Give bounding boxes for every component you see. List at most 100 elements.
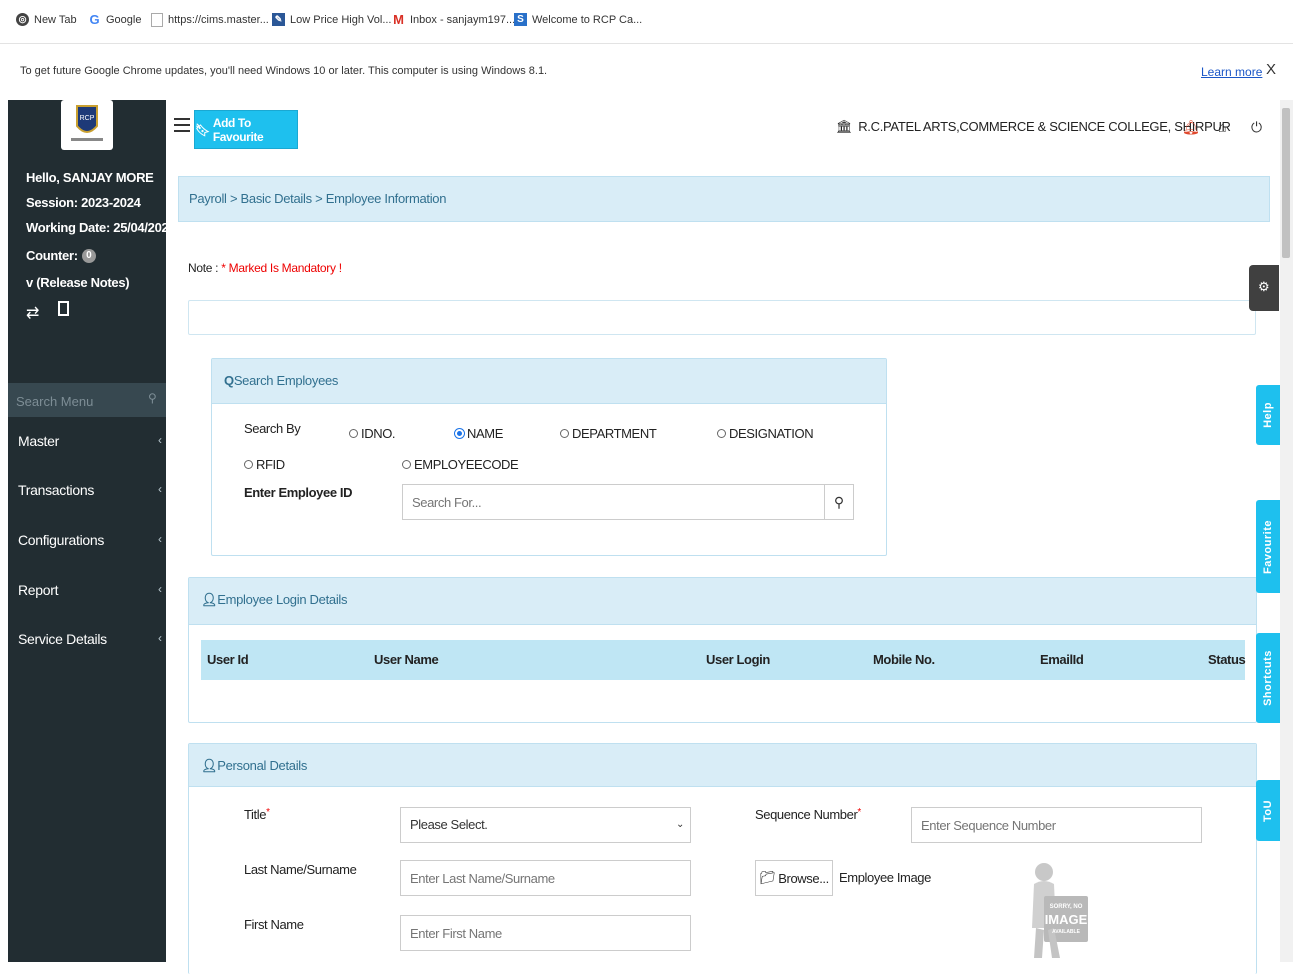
user-session: Session: 2023-2024 [26,195,141,210]
gear-icon: ⚙︎ [1258,279,1270,294]
counter-badge: 0 [81,248,96,263]
close-infobar-button[interactable]: X [1266,61,1276,78]
col-user-name: User Name [374,652,439,667]
search-icon: Q [224,373,234,388]
main-content: Payroll > Basic Details > Employee Infor… [166,160,1280,974]
release-notes-link[interactable]: v (Release Notes) [26,275,130,290]
first-name-label: First Name [244,917,304,932]
first-name-input[interactable] [400,915,691,951]
clipboard-icon[interactable] [58,301,69,316]
globe-icon: ◎ [16,13,29,26]
title-select[interactable]: Please Select. ⌄ [400,807,691,843]
hamburger-menu-icon[interactable] [174,118,190,132]
bookmark-rcp[interactable]: S Welcome to RCP Ca... [514,13,642,26]
chevron-left-icon: ‹ [158,482,162,496]
home-icon[interactable]: ⌂ [1218,119,1226,135]
col-user-login: User Login [706,652,770,667]
browse-button[interactable]: 📁︎ Browse... [755,860,833,896]
scrollbar-thumb[interactable] [1282,108,1290,258]
radio-department[interactable]: DEPARTMENT [560,426,657,441]
menu-item-transactions[interactable]: Transactions ‹ [8,470,166,510]
bookmark-low-price[interactable]: ✎ Low Price High Vol... [272,13,392,26]
radio-designation[interactable]: DESIGNATION [717,426,814,441]
col-user-id: User Id [207,652,249,667]
personal-panel-header: 👤︎Personal Details [189,744,1256,787]
menu-item-configurations[interactable]: Configurations ‹ [8,520,166,560]
breadcrumb: Payroll > Basic Details > Employee Infor… [178,176,1270,222]
sequence-number-label: Sequence Number* [755,807,861,822]
employee-image-label: Employee Image [839,870,931,885]
last-name-input[interactable] [400,860,691,896]
bookmark-cims[interactable]: https://cims.master... [151,13,269,27]
tou-tab[interactable]: ToU [1256,780,1280,841]
add-to-favourite-button[interactable]: 🔖︎ Add To Favourite [194,110,298,149]
col-mobile-no: Mobile No. [873,652,935,667]
svg-text:RCP: RCP [80,115,95,122]
radio-employeecode[interactable]: EMPLOYEECODE [402,457,519,472]
notification-bell-icon[interactable]: 🔔︎ [1182,119,1200,136]
help-tab[interactable]: Help [1256,385,1280,445]
employee-search-input[interactable] [402,484,825,520]
last-name-label: Last Name/Surname [244,862,357,877]
settings-tab[interactable]: ⚙︎ [1249,265,1279,311]
menu-item-report[interactable]: Report ‹ [8,570,166,610]
chevron-down-icon: ⌄ [676,819,684,830]
user-icon: 👤︎ [201,592,218,607]
top-header: 🔖︎ Add To Favourite 🏛︎ R.C.PATEL ARTS,CO… [166,100,1280,160]
message-box [188,300,1256,335]
mandatory-note: Note : * Marked Is Mandatory ! [188,261,342,275]
radio-name[interactable]: NAME [455,426,503,441]
no-image-placeholder: SORRY, NO IMAGE AVAILABLE [1022,858,1092,963]
chevron-left-icon: ‹ [158,532,162,546]
search-icon: ⚲ [148,391,157,405]
chevron-left-icon: ‹ [158,433,162,447]
title-label: Title* [244,807,270,822]
col-status: Status [1208,652,1246,667]
menu-item-service-details[interactable]: Service Details ‹ [8,619,166,659]
bookmark-inbox[interactable]: M Inbox - sanjaym197... [392,13,515,26]
radio-rfid[interactable]: RFID [244,457,285,472]
menu-item-master[interactable]: Master ‹ [8,421,166,461]
site-icon: S [514,13,527,26]
bookmark-new-tab[interactable]: ◎ New Tab [16,13,77,26]
chevron-left-icon: ‹ [158,631,162,645]
employee-login-panel: 👤︎Employee Login Details User Id User Na… [188,577,1257,723]
bookmark-google[interactable]: G Google [88,13,141,26]
page-icon [151,13,163,27]
login-table-header: User Id User Name User Login Mobile No. … [201,640,1246,680]
update-message: To get future Google Chrome updates, you… [20,65,548,77]
sequence-number-input[interactable] [911,807,1202,843]
search-menu-input[interactable] [8,383,148,419]
chevron-left-icon: ‹ [158,582,162,596]
gmail-icon: M [393,12,404,27]
favourite-tab[interactable]: Favourite [1256,500,1280,593]
bookmarks-bar: ◎ New Tab G Google https://cims.master..… [0,0,1293,44]
sidebar: RCP Hello, SANJAY MORE Session: 2023-202… [8,100,176,962]
bookmark-icon: ✎ [272,13,285,26]
refresh-icon[interactable]: ⇄ [26,303,39,323]
login-panel-header: 👤︎Employee Login Details [189,578,1256,625]
search-icon: ⚲ [833,494,845,510]
institution-icon: 🏛︎ [836,119,853,134]
college-logo: RCP [61,100,113,150]
search-by-label: Search By [244,421,301,436]
working-date: Working Date: 25/04/2024 [26,220,176,235]
search-menu: ⚲ [8,383,166,419]
bookmark-icon: 🔖︎ [195,122,210,137]
user-greeting: Hello, SANJAY MORE [26,170,154,185]
search-employees-panel: QSearch Employees Search By IDNO. NAME D… [211,358,887,556]
employee-id-label: Enter Employee ID [244,485,353,500]
update-infobar: To get future Google Chrome updates, you… [8,44,1288,102]
col-emailid: EmailId [1040,652,1084,667]
counter: Counter: 0 [26,248,96,263]
learn-more-link[interactable]: Learn more [1201,65,1262,79]
shortcuts-tab[interactable]: Shortcuts [1256,633,1280,723]
search-button[interactable]: ⚲ [824,484,854,520]
college-name: 🏛︎ R.C.PATEL ARTS,COMMERCE & SCIENCE COL… [836,119,1231,134]
user-icon: 👤︎ [201,758,218,773]
google-icon: G [89,12,100,27]
power-icon[interactable]: ⏻ [1251,119,1262,136]
search-panel-header: QSearch Employees [212,359,886,404]
radio-idno[interactable]: IDNO. [349,426,396,441]
personal-details-panel: 👤︎Personal Details Title* Please Select.… [188,743,1257,974]
